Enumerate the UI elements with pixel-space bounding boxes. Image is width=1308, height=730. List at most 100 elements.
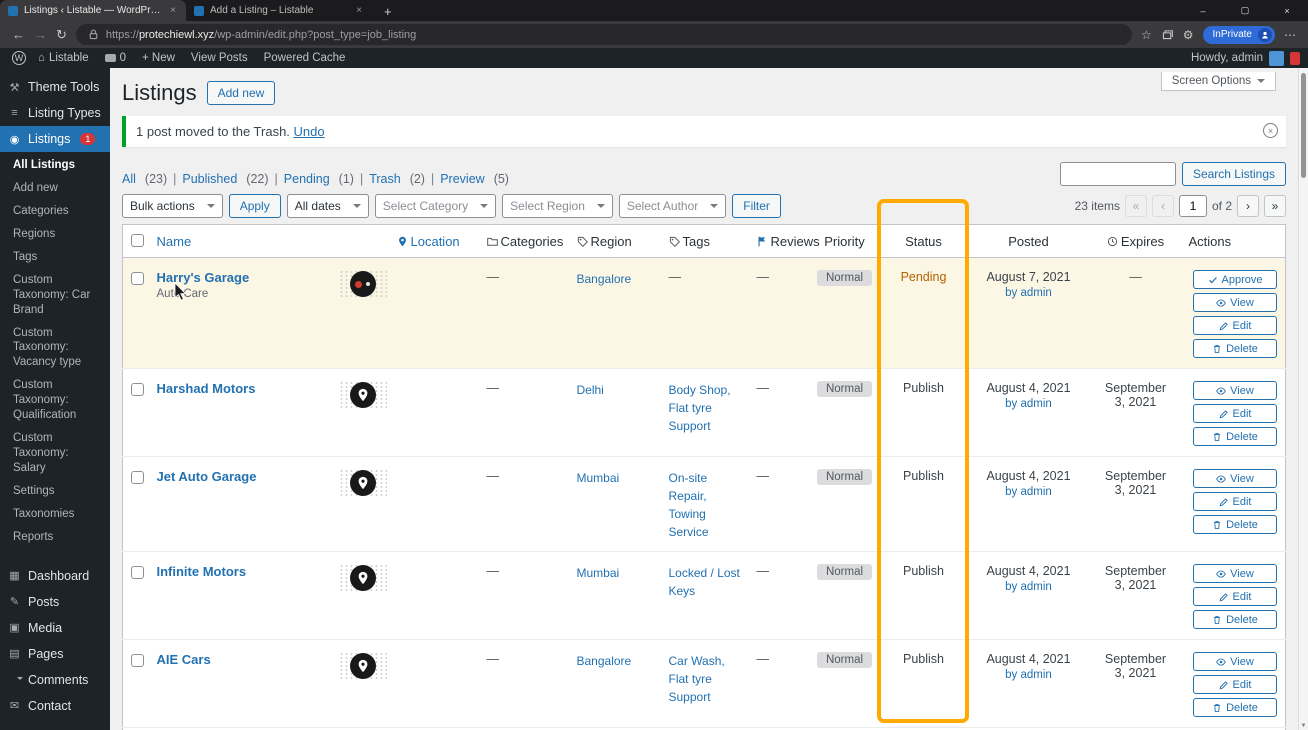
sidebar-item-dashboard[interactable]: ▦ Dashboard — [0, 563, 110, 589]
forward-button[interactable]: → — [34, 28, 47, 41]
sidebar-subitem-qualification[interactable]: Custom Taxonomy: Qualification — [0, 374, 110, 427]
view-button[interactable]: View — [1193, 652, 1277, 671]
close-window-button[interactable]: × — [1266, 0, 1308, 21]
delete-button[interactable]: Delete — [1193, 339, 1277, 358]
new-tab-button[interactable]: + — [372, 4, 404, 21]
dismiss-notice-button[interactable]: × — [1263, 123, 1278, 138]
settings-gear-icon[interactable]: ⚙ — [1183, 28, 1194, 42]
column-header-location[interactable]: Location — [388, 224, 479, 258]
refresh-button[interactable]: ↻ — [56, 28, 67, 41]
current-page-input[interactable] — [1178, 195, 1207, 217]
tags-links[interactable]: Body Shop, Flat tyre Support — [669, 381, 741, 435]
filter-pending-link[interactable]: Pending — [284, 172, 330, 186]
sidebar-subitem-tags[interactable]: Tags — [0, 246, 110, 269]
tags-links[interactable]: Locked / Lost Keys — [669, 564, 741, 600]
collections-icon[interactable] — [1161, 28, 1174, 41]
dates-filter-select[interactable]: All dates — [286, 194, 369, 218]
sidebar-subitem-regions[interactable]: Regions — [0, 223, 110, 246]
column-header-name[interactable]: Name — [148, 224, 331, 258]
posted-author-link[interactable]: by admin — [1005, 669, 1052, 681]
listing-name-link[interactable]: Jet Auto Garage — [157, 469, 257, 484]
edit-button[interactable]: Edit — [1193, 404, 1277, 423]
view-button[interactable]: View — [1193, 564, 1277, 583]
select-all-checkbox[interactable] — [131, 234, 144, 247]
sidebar-subitem-all-listings[interactable]: All Listings — [0, 154, 110, 177]
filter-published-link[interactable]: Published — [182, 172, 237, 186]
tags-links[interactable]: On-site Repair, Towing Service — [669, 469, 741, 541]
sidebar-subitem-vacancy-type[interactable]: Custom Taxonomy: Vacancy type — [0, 322, 110, 375]
region-link[interactable]: Mumbai — [577, 469, 620, 487]
filter-preview-link[interactable]: Preview — [440, 172, 484, 186]
delete-button[interactable]: Delete — [1193, 427, 1277, 446]
delete-button[interactable]: Delete — [1193, 515, 1277, 534]
column-header-categories[interactable]: Categories — [478, 224, 569, 258]
inprivate-badge[interactable]: InPrivate — [1202, 25, 1275, 44]
row-checkbox[interactable] — [131, 471, 144, 484]
sidebar-subitem-car-brand[interactable]: Custom Taxonomy: Car Brand — [0, 269, 110, 322]
listing-name-link[interactable]: Infinite Motors — [157, 564, 247, 579]
tab-add-listing[interactable]: Add a Listing – Listable × — [186, 0, 372, 21]
posted-author-link[interactable]: by admin — [1005, 287, 1052, 299]
view-button[interactable]: View — [1193, 293, 1277, 312]
screen-options-button[interactable]: Screen Options — [1160, 72, 1276, 91]
add-new-button[interactable]: Add new — [206, 81, 276, 105]
adminbar-new-button[interactable]: + New — [134, 48, 183, 68]
last-page-button[interactable]: » — [1264, 195, 1286, 217]
delete-button[interactable]: Delete — [1193, 698, 1277, 717]
column-header-posted[interactable]: Posted — [966, 224, 1091, 258]
author-filter-select[interactable]: Select Author — [618, 194, 727, 218]
region-link[interactable]: Mumbai — [577, 564, 620, 582]
category-filter-select[interactable]: Select Category — [374, 194, 497, 218]
edit-button[interactable]: Edit — [1193, 316, 1277, 335]
next-page-button[interactable]: › — [1237, 195, 1259, 217]
view-button[interactable]: View — [1193, 381, 1277, 400]
previous-page-button[interactable]: ‹ — [1151, 195, 1174, 217]
column-header-reviews[interactable]: Reviews — [748, 224, 820, 258]
adminbar-view-posts[interactable]: View Posts — [183, 48, 256, 68]
sidebar-subitem-add-new[interactable]: Add new — [0, 177, 110, 200]
edit-button[interactable]: Edit — [1193, 587, 1277, 606]
view-button[interactable]: View — [1193, 469, 1277, 488]
filter-button[interactable]: Filter — [732, 194, 781, 218]
edit-button[interactable]: Edit — [1193, 675, 1277, 694]
sidebar-item-listings[interactable]: ◉ Listings 1 — [0, 126, 110, 152]
first-page-button[interactable]: « — [1124, 195, 1147, 217]
scrollbar[interactable]: ▼ — [1298, 68, 1308, 730]
sidebar-item-theme-tools[interactable]: ⚒ Theme Tools — [0, 74, 110, 100]
region-link[interactable]: Delhi — [577, 381, 604, 399]
admin-avatar[interactable] — [1269, 50, 1284, 66]
maximize-button[interactable]: ▢ — [1224, 0, 1266, 21]
region-link[interactable]: Bangalore — [577, 270, 632, 288]
undo-link[interactable]: Undo — [294, 124, 325, 139]
column-header-expires[interactable]: Expires — [1090, 224, 1181, 258]
tab-close-icon[interactable]: × — [168, 5, 178, 16]
back-button[interactable]: ← — [12, 28, 25, 41]
approve-button[interactable]: Approve — [1193, 270, 1277, 289]
row-checkbox[interactable] — [131, 383, 144, 396]
tab-listings[interactable]: Listings ‹ Listable — WordPress × — [0, 0, 186, 21]
url-bar[interactable]: https://protechiewl.xyz/wp-admin/edit.ph… — [75, 24, 1132, 45]
listing-name-link[interactable]: Harry's Garage — [157, 270, 250, 285]
posted-author-link[interactable]: by admin — [1005, 581, 1052, 593]
listing-name-link[interactable]: AIE Cars — [157, 652, 211, 667]
tab-close-icon[interactable]: × — [354, 5, 364, 16]
wordpress-logo-icon[interactable]: W — [12, 51, 26, 65]
sidebar-subitem-salary[interactable]: Custom Taxonomy: Salary — [0, 427, 110, 480]
region-link[interactable]: Bangalore — [577, 652, 632, 670]
adminbar-site-name[interactable]: ⌂ Listable — [30, 48, 97, 68]
minimize-button[interactable]: – — [1182, 0, 1224, 21]
column-header-region[interactable]: Region — [568, 224, 661, 258]
sidebar-item-media[interactable]: ▣ Media — [0, 615, 110, 641]
sidebar-subitem-reports[interactable]: Reports — [0, 526, 110, 549]
row-checkbox[interactable] — [131, 272, 144, 285]
browser-menu-icon[interactable]: ⋯ — [1284, 28, 1296, 42]
sidebar-subitem-categories[interactable]: Categories — [0, 200, 110, 223]
filter-trash-link[interactable]: Trash — [369, 172, 401, 186]
row-checkbox[interactable] — [131, 566, 144, 579]
listing-name-link[interactable]: Harshad Motors — [157, 381, 256, 396]
scrollbar-thumb[interactable] — [1301, 73, 1306, 178]
scroll-down-arrow-icon[interactable]: ▼ — [1299, 723, 1308, 729]
sidebar-subitem-settings[interactable]: Settings — [0, 480, 110, 503]
posted-author-link[interactable]: by admin — [1005, 486, 1052, 498]
adminbar-powered-cache[interactable]: Powered Cache — [256, 48, 354, 68]
